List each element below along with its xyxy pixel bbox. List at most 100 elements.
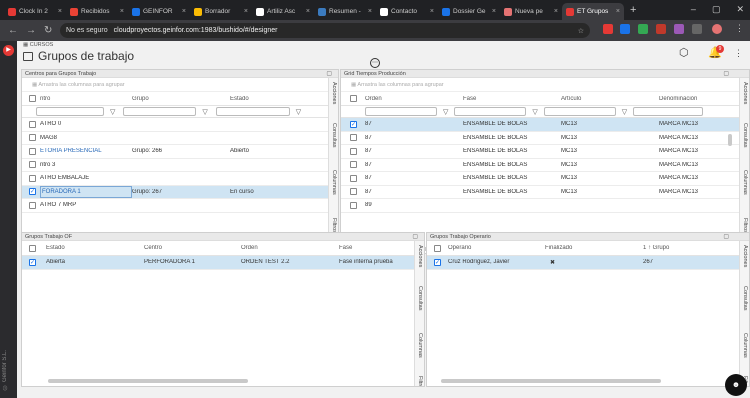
table-row[interactable]: ✓ Cruz Rodríguez, Javier ✖ 267 [427,256,749,270]
table-row[interactable]: 89 [341,199,749,213]
row-checkbox[interactable] [29,134,36,142]
url-field[interactable]: No es seguro cloudproyectos.geinfor.com:… [60,23,590,38]
column-header[interactable]: Fase [463,96,561,102]
cell-centro[interactable]: ETORIA PRESENCIAL [40,148,132,154]
table-row[interactable]: ✓ FORADORA 1 Grupo: 267 En curso [22,185,338,199]
row-checkbox[interactable] [29,201,36,209]
table-row[interactable]: 87 ENSAMBLE DE BOLAS MC13 MARCA MC13 [341,159,749,172]
close-tab-icon[interactable]: × [554,8,558,15]
extension-icon[interactable] [656,24,666,34]
filter-icon[interactable]: ▽ [443,108,448,116]
table-row[interactable]: ATRO EMBALAJE [22,172,338,186]
vertical-scrollbar[interactable] [728,134,732,146]
close-tab-icon[interactable]: × [616,8,620,15]
close-tab-icon[interactable]: × [120,8,124,15]
table-row[interactable]: 87 ENSAMBLE DE BOLAS MC13 MARCA MC13 [341,132,749,145]
row-checkbox[interactable]: ✓ [29,258,36,266]
tab-filtros[interactable]: Filtros [417,376,423,386]
back-icon[interactable]: ← [8,25,18,36]
column-header[interactable]: Orden [241,245,339,251]
close-tab-icon[interactable]: × [430,8,434,15]
group-drop-area[interactable]: ▦ Arrastra las columnas para agrupar [22,78,338,92]
browser-tab[interactable]: Resumen - × [314,3,376,20]
column-header[interactable]: ntro [40,96,132,102]
tab-consultas[interactable]: Consultas [742,286,748,310]
select-all-checkbox[interactable] [350,95,357,102]
filter-input[interactable] [365,107,437,116]
close-tab-icon[interactable]: × [182,8,186,15]
filter-icon[interactable]: ▽ [110,108,115,116]
table-row[interactable]: ✓ Abierta PERFORADORA 1 ORDEN TEST 2.2 F… [22,256,424,270]
group-drop-area[interactable]: ▦ Arrastra las columnas para agrupar [341,78,749,92]
profile-avatar-icon[interactable] [712,24,722,34]
browser-tab[interactable]: Recibidos × [66,3,128,20]
row-checkbox[interactable] [350,174,357,182]
close-tab-icon[interactable]: × [244,8,248,15]
tab-acciones[interactable]: Acciones [742,82,748,104]
extension-icon[interactable] [603,24,613,34]
filter-icon[interactable]: ▽ [532,108,537,116]
forward-icon[interactable]: → [26,25,36,36]
filter-input[interactable] [36,107,104,116]
tab-acciones[interactable]: Acciones [331,82,337,104]
browser-tab[interactable]: Dossier Ge × [438,3,500,20]
column-header[interactable]: Operario [448,245,545,251]
window-maximize-icon[interactable]: ▢ [412,233,418,241]
tab-acciones[interactable]: Acciones [742,245,748,267]
tab-acciones[interactable]: Acciones [417,245,423,267]
tab-filtros[interactable]: Filtros [742,218,748,233]
close-tab-icon[interactable]: × [492,8,496,15]
minimize-icon[interactable]: – [691,4,696,15]
row-checkbox[interactable] [350,188,357,196]
browser-tab[interactable]: Contacto × [376,3,438,20]
tab-filtros[interactable]: Filtros [331,218,337,233]
window-maximize-icon[interactable]: ▢ [723,233,729,241]
column-header[interactable]: Orden [365,96,463,102]
tab-consultas[interactable]: Consultas [417,286,423,310]
table-row[interactable]: 87 ENSAMBLE DE BOLAS MC13 MARCA MC13 [341,145,749,159]
table-row[interactable]: ✓ 87 ENSAMBLE DE BOLAS MC13 MARCA MC13 [341,118,749,132]
table-row[interactable]: ATRO 0 [22,118,338,132]
row-checkbox[interactable] [350,161,357,169]
filter-input[interactable] [123,107,197,116]
more-menu-icon[interactable]: ⋮ [734,48,743,59]
row-checkbox[interactable]: ✓ [434,258,441,266]
filter-input[interactable] [543,107,616,116]
column-header[interactable]: Fase [339,245,409,251]
extension-icon[interactable] [674,24,684,34]
record-icon[interactable]: ▶ [3,45,14,56]
row-checkbox[interactable]: ✓ [29,188,36,196]
filter-input[interactable] [215,107,290,116]
browser-tab[interactable]: Clock In 2 × [4,3,66,20]
column-header[interactable]: Denominación [659,96,739,102]
column-header[interactable]: Artículo [561,96,659,102]
select-all-checkbox[interactable] [29,244,36,252]
browser-tab[interactable]: ET Grupos × [562,3,624,20]
select-all-checkbox[interactable] [29,95,36,102]
browser-tab[interactable]: Artiliz Asc × [252,3,314,20]
cube-icon[interactable]: ⬡ [679,46,689,59]
table-row[interactable]: 87 ENSAMBLE DE BOLAS MC13 MARCA MC13 [341,172,749,186]
window-maximize-icon[interactable]: ▢ [723,70,729,78]
table-row[interactable]: ATRO 7 MRP [22,199,338,213]
new-tab-icon[interactable]: + [630,4,636,16]
horizontal-scrollbar[interactable] [48,379,248,383]
close-window-icon[interactable]: ✕ [736,4,744,15]
assistant-avatar[interactable]: ☻ [725,374,747,396]
maximize-icon[interactable]: ▢ [712,4,721,15]
row-checkbox[interactable] [350,147,357,155]
row-checkbox[interactable] [29,120,36,128]
row-checkbox[interactable]: ✓ [350,120,357,128]
row-checkbox[interactable] [29,174,36,182]
extension-icon[interactable] [620,24,630,34]
column-header[interactable]: Finalizado [545,245,643,251]
tab-columnas[interactable]: Columnas [331,170,337,195]
table-row[interactable]: 87 ENSAMBLE DE BOLAS MC13 MARCA MC13 [341,186,749,199]
cell-centro[interactable]: FORADORA 1 [40,185,132,198]
close-tab-icon[interactable]: × [368,8,372,15]
filter-input[interactable] [633,107,704,116]
column-header[interactable]: 1 ↑ Grupo [643,245,723,251]
browser-menu-icon[interactable]: ⋮ [735,23,744,34]
row-checkbox[interactable] [29,147,36,155]
browser-tab[interactable]: Nueva pe × [500,3,562,20]
